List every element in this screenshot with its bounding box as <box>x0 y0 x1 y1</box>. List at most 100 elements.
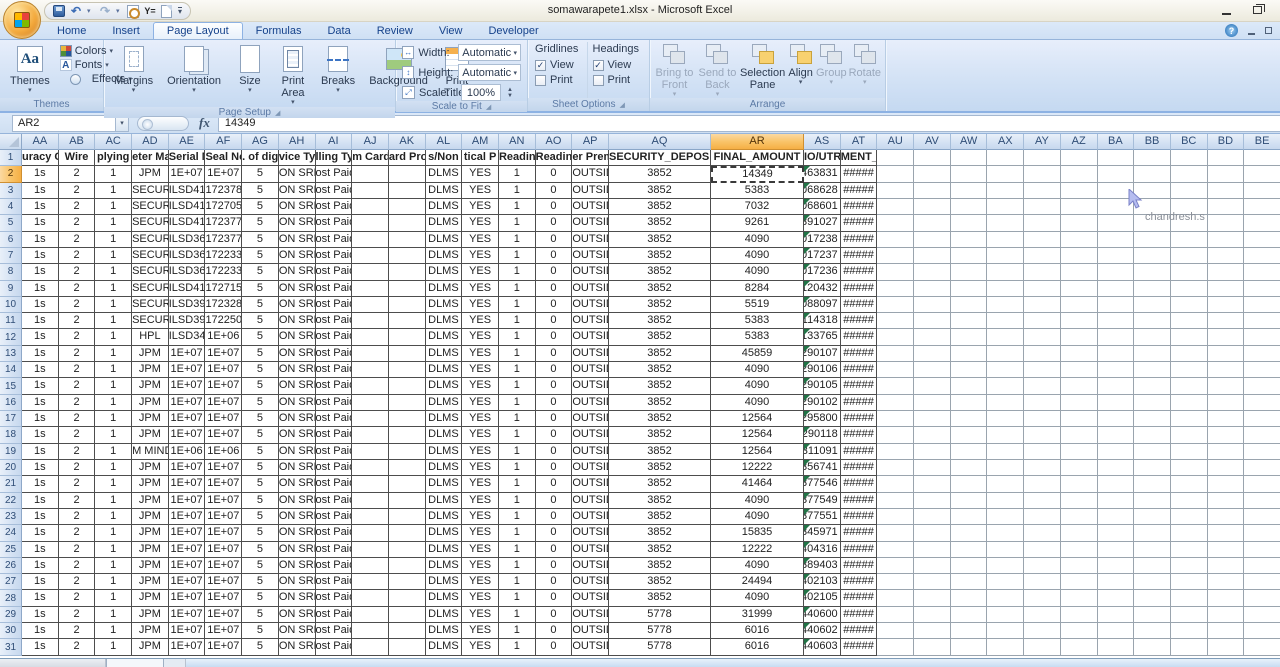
cell-AQ28[interactable]: 3852 <box>609 590 711 606</box>
cell-AS20[interactable]: 356741 <box>804 460 841 476</box>
cell-AH15[interactable]: ON SRB <box>279 378 316 394</box>
cell-AC29[interactable]: 1 <box>95 607 132 623</box>
cell-BA5[interactable] <box>1098 215 1135 231</box>
cell-AN3[interactable]: 1 <box>499 183 536 199</box>
cell-AI24[interactable]: ost Paid <box>316 525 353 541</box>
orientation-button[interactable]: Orientation▾ <box>161 43 227 95</box>
cell-AA19[interactable]: 1s <box>22 444 59 460</box>
insert-worksheet-tab[interactable] <box>164 659 186 667</box>
column-header-AK[interactable]: AK <box>389 134 426 150</box>
cell-AH25[interactable]: ON SRB <box>279 542 316 558</box>
cell-AC11[interactable]: 1 <box>95 313 132 329</box>
bring-to-front-button[interactable]: Bring to Front▾ <box>654 42 695 98</box>
cell-BC25[interactable] <box>1171 542 1208 558</box>
cell-BC12[interactable] <box>1171 329 1208 345</box>
cell-AE14[interactable]: 1E+07 <box>169 362 206 378</box>
cell-BD18[interactable] <box>1208 427 1245 443</box>
cell-AW8[interactable] <box>951 264 988 280</box>
cell-AH24[interactable]: ON SRB <box>279 525 316 541</box>
cell-AH5[interactable]: ON SRB <box>279 215 316 231</box>
cell-AP28[interactable]: OUTSIDI <box>572 590 609 606</box>
cell-AF20[interactable]: 1E+07 <box>205 460 242 476</box>
cell-AZ11[interactable] <box>1061 313 1098 329</box>
row-header-23[interactable]: 23 <box>0 509 22 525</box>
cell-AL24[interactable]: DLMS <box>426 525 463 541</box>
cell-AK7[interactable] <box>389 248 426 264</box>
cell-AS14[interactable]: 290106 <box>804 362 841 378</box>
cell-AC23[interactable]: 1 <box>95 509 132 525</box>
cell-AU15[interactable] <box>877 378 914 394</box>
cell-BB16[interactable] <box>1134 395 1171 411</box>
column-header-AL[interactable]: AL <box>426 134 463 150</box>
column-header-AA[interactable]: AA <box>22 134 59 150</box>
margins-button[interactable]: Margins▾ <box>108 43 159 95</box>
cell-AE31[interactable]: 1E+07 <box>169 639 206 655</box>
cell-AC12[interactable]: 1 <box>95 329 132 345</box>
cell-AQ11[interactable]: 3852 <box>609 313 711 329</box>
cell-AH26[interactable]: ON SRB <box>279 558 316 574</box>
cell-BA22[interactable] <box>1098 493 1135 509</box>
cell-BE24[interactable] <box>1244 525 1280 541</box>
cell-AE11[interactable]: ILSD394 <box>169 313 206 329</box>
cell-BB27[interactable] <box>1134 574 1171 590</box>
cell-AX5[interactable] <box>987 215 1024 231</box>
cell-AA2[interactable]: 1s <box>22 166 59 182</box>
cell-BA26[interactable] <box>1098 558 1135 574</box>
cell-AM12[interactable]: YES <box>462 329 499 345</box>
cell-AU21[interactable] <box>877 476 914 492</box>
column-header-AW[interactable]: AW <box>951 134 988 150</box>
cell-AY10[interactable] <box>1024 297 1061 313</box>
cell-AC3[interactable]: 1 <box>95 183 132 199</box>
cell-AW28[interactable] <box>951 590 988 606</box>
cell-AX12[interactable] <box>987 329 1024 345</box>
cell-AH3[interactable]: ON SRB <box>279 183 316 199</box>
cell-AB5[interactable]: 2 <box>59 215 96 231</box>
cell-BE12[interactable] <box>1244 329 1280 345</box>
cell-AQ2[interactable]: 3852 <box>609 166 711 182</box>
cell-AF6[interactable]: 172377 <box>205 232 242 248</box>
cell-AS8[interactable]: 017236 <box>804 264 841 280</box>
cell-AZ28[interactable] <box>1061 590 1098 606</box>
help-icon[interactable]: ? <box>1225 24 1238 37</box>
cell-AJ10[interactable] <box>352 297 389 313</box>
cell-AA3[interactable]: 1s <box>22 183 59 199</box>
cell-AD2[interactable]: JPM <box>132 166 169 182</box>
cell-AN27[interactable]: 1 <box>499 574 536 590</box>
cell-AV27[interactable] <box>914 574 951 590</box>
cell-AC13[interactable]: 1 <box>95 346 132 362</box>
cell-AT7[interactable]: ##### <box>841 248 878 264</box>
cell-AJ19[interactable] <box>352 444 389 460</box>
cell-AS19[interactable]: 311091 <box>804 444 841 460</box>
cell-BB29[interactable] <box>1134 607 1171 623</box>
cell-AQ27[interactable]: 3852 <box>609 574 711 590</box>
cell-BD1[interactable] <box>1208 150 1245 166</box>
cell-AX18[interactable] <box>987 427 1024 443</box>
cell-AC16[interactable]: 1 <box>95 395 132 411</box>
cell-AM25[interactable]: YES <box>462 542 499 558</box>
cell-AW21[interactable] <box>951 476 988 492</box>
cell-AW9[interactable] <box>951 281 988 297</box>
cell-AX25[interactable] <box>987 542 1024 558</box>
cell-BD20[interactable] <box>1208 460 1245 476</box>
cell-BE14[interactable] <box>1244 362 1280 378</box>
cell-AK24[interactable] <box>389 525 426 541</box>
cell-AK30[interactable] <box>389 623 426 639</box>
cell-AQ20[interactable]: 3852 <box>609 460 711 476</box>
cell-AJ2[interactable] <box>352 166 389 182</box>
column-header-AU[interactable]: AU <box>877 134 914 150</box>
cell-BD5[interactable] <box>1208 215 1245 231</box>
cell-AM1[interactable]: tical P <box>462 150 499 166</box>
cell-BD25[interactable] <box>1208 542 1245 558</box>
cell-AZ8[interactable] <box>1061 264 1098 280</box>
cell-AL30[interactable]: DLMS <box>426 623 463 639</box>
cell-AF7[interactable]: 172233 <box>205 248 242 264</box>
cell-AD11[interactable]: SECURE <box>132 313 169 329</box>
cell-AY28[interactable] <box>1024 590 1061 606</box>
cell-AX14[interactable] <box>987 362 1024 378</box>
cell-AJ23[interactable] <box>352 509 389 525</box>
cell-AV19[interactable] <box>914 444 951 460</box>
cell-AO25[interactable]: 0 <box>536 542 573 558</box>
cell-AO14[interactable]: 0 <box>536 362 573 378</box>
cell-AH21[interactable]: ON SRB <box>279 476 316 492</box>
cell-AY30[interactable] <box>1024 623 1061 639</box>
